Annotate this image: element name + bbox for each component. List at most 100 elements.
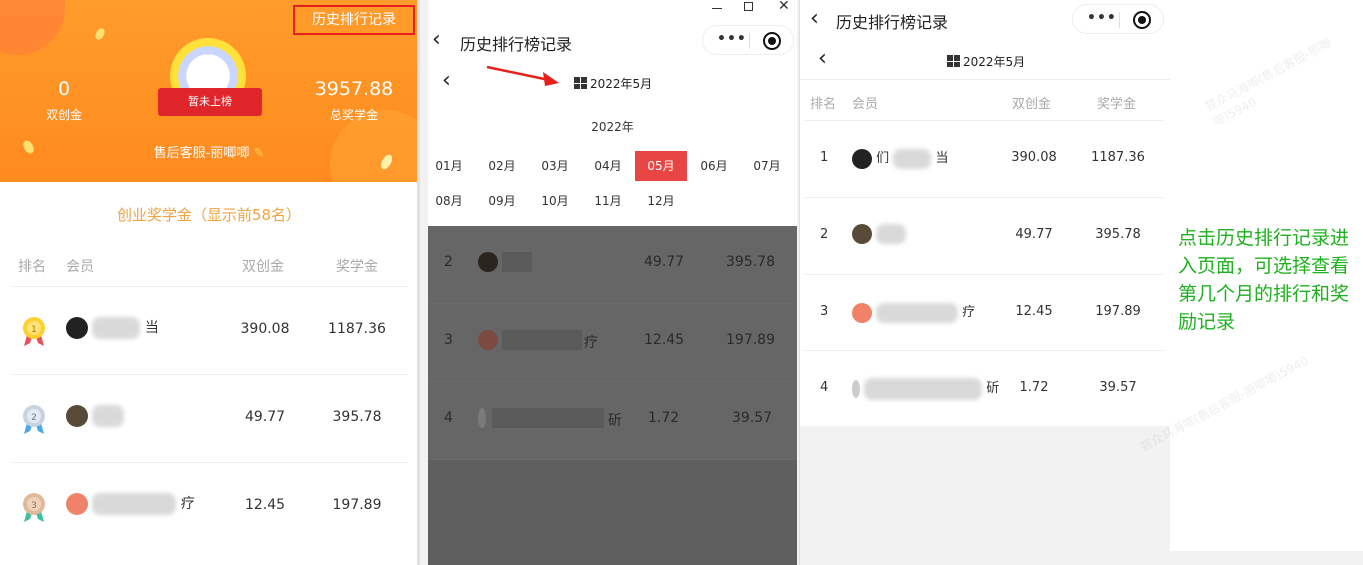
table-row[interactable]: 4 斫 1.72 39.57 xyxy=(804,350,1164,426)
modal-overlay[interactable]: 2 49.77 395.78 3 疗 12.45 197.89 4 斫 1.72… xyxy=(428,226,797,565)
col-shuangchuang: 双创金 xyxy=(242,259,284,275)
table-row: 2 49.77 395.78 xyxy=(428,226,797,304)
table-row[interactable]: 1 当 390.08 1187.36 xyxy=(12,286,408,374)
mini-program-capsule[interactable]: ••• xyxy=(702,25,794,55)
redacted-name xyxy=(92,317,141,339)
section-title: 创业奖学金（显示前58名） xyxy=(116,206,302,224)
month-option-selected[interactable]: 05月 xyxy=(635,151,687,181)
scholarship-value: 197.89 xyxy=(1095,304,1141,319)
coin-icon xyxy=(21,138,36,156)
member-cell: 斫 xyxy=(852,377,999,400)
svg-text:1: 1 xyxy=(31,325,37,335)
month-option[interactable]: 06月 xyxy=(688,151,740,181)
prev-icon[interactable]: ‹ xyxy=(818,48,827,70)
rank-value: 3 xyxy=(820,304,829,319)
history-ranking-button[interactable]: 历史排行记录 xyxy=(293,5,415,35)
avatar xyxy=(66,317,88,339)
table-row: 3 疗 12.45 197.89 xyxy=(428,304,797,382)
redacted-name xyxy=(876,302,959,323)
table-row: 4 斫 1.72 39.57 xyxy=(428,382,797,460)
month-option[interactable]: 01月 xyxy=(428,151,475,181)
more-icon[interactable]: ••• xyxy=(1087,10,1117,26)
more-icon[interactable]: ••• xyxy=(717,31,747,47)
col-member: 会员 xyxy=(66,259,94,275)
avatar xyxy=(852,379,860,398)
date-picker[interactable]: 2022年5月 xyxy=(947,53,1025,70)
shuangchuang-value: 49.77 xyxy=(244,409,286,425)
shuangchuang-value: 12.45 xyxy=(244,497,286,513)
col-member: 会员 xyxy=(852,97,879,112)
date-picker[interactable]: 2022年5月 xyxy=(574,75,652,92)
table-row[interactable]: 3 疗 12.45 197.89 xyxy=(804,274,1164,351)
redacted-name xyxy=(92,405,125,427)
minimize-icon[interactable] xyxy=(712,8,722,9)
close-target-icon[interactable] xyxy=(1133,11,1151,29)
service-name: 售后客服-丽唧唧 ✎ xyxy=(153,146,265,161)
scholarship-value: 1187.36 xyxy=(1091,150,1145,165)
rank-value: 2 xyxy=(820,227,829,242)
redacted-name xyxy=(92,493,177,515)
month-option[interactable]: 09月 xyxy=(476,186,528,216)
shuangchuang-total: 0 xyxy=(57,78,71,100)
month-option[interactable]: 10月 xyxy=(529,186,581,216)
prev-icon[interactable]: ‹ xyxy=(442,70,451,92)
annotation-note: 点击历史排行记录进入页面，可选择查看第几个月的排行和奖励记录 xyxy=(1178,227,1350,333)
back-icon[interactable]: ‹ xyxy=(432,29,441,51)
member-name-suffix: 疗 xyxy=(180,496,195,512)
silver-medal-icon: 2 xyxy=(23,405,45,434)
col-rank: 排名 xyxy=(18,259,46,275)
month-option[interactable]: 07月 xyxy=(741,151,793,181)
shuangchuang-value: 390.08 xyxy=(240,321,290,337)
month-picker-panel: ✕ ‹ 历史排行榜记录 ••• ‹ 2022年5月 2022年 01月 02月 … xyxy=(428,0,797,565)
member-cell: 疗 xyxy=(852,301,975,323)
rank-value: 1 xyxy=(820,150,829,165)
table-row[interactable]: 2 49.77 395.78 xyxy=(12,374,408,462)
scholarship-value: 395.78 xyxy=(1095,227,1141,242)
shuangchuang-value: 1.72 xyxy=(1019,380,1049,395)
maximize-icon[interactable] xyxy=(744,2,753,11)
year-label: 2022年 xyxy=(591,120,634,134)
month-option[interactable]: 12月 xyxy=(635,186,687,216)
shuangchuang-value: 390.08 xyxy=(1011,150,1057,165)
shuangchuang-label: 双创金 xyxy=(45,108,82,122)
member-cell xyxy=(66,405,125,427)
col-shuangchuang: 双创金 xyxy=(1012,97,1052,112)
mini-program-capsule[interactable]: ••• xyxy=(1072,4,1164,34)
month-option[interactable]: 04月 xyxy=(582,151,634,181)
month-option[interactable]: 11月 xyxy=(582,186,634,216)
svg-text:3: 3 xyxy=(31,501,37,511)
month-option[interactable]: 02月 xyxy=(476,151,528,181)
month-option[interactable]: 08月 xyxy=(428,186,475,216)
member-cell: 们 当 xyxy=(852,147,948,169)
close-target-icon[interactable] xyxy=(763,32,781,50)
rank-badge: 暂未上榜 xyxy=(158,88,262,116)
window-controls: ✕ xyxy=(428,0,797,18)
scholarship-value: 1187.36 xyxy=(328,321,386,337)
page-title: 历史排行榜记录 xyxy=(460,35,573,54)
avatar xyxy=(852,302,872,323)
scholarship-total: 3957.88 xyxy=(314,78,394,100)
scholarship-value: 39.57 xyxy=(1099,380,1137,395)
avatar xyxy=(852,224,872,244)
rank-value: 4 xyxy=(820,380,829,395)
back-icon[interactable]: ‹ xyxy=(810,8,819,30)
col-scholarship: 奖学金 xyxy=(336,259,378,275)
scholarship-label: 总奖学金 xyxy=(329,108,378,122)
table-row[interactable]: 1 们 当 390.08 1187.36 xyxy=(804,120,1164,197)
annotation-arrow xyxy=(486,65,559,86)
avatar xyxy=(66,405,88,427)
month-option[interactable]: 03月 xyxy=(529,151,581,181)
scholarship-value: 395.78 xyxy=(332,409,382,425)
shuangchuang-value: 12.45 xyxy=(1015,304,1053,319)
col-scholarship: 奖学金 xyxy=(1097,97,1137,112)
calendar-icon xyxy=(947,55,960,67)
redacted-name xyxy=(893,148,932,169)
member-cell: 疗 xyxy=(66,493,195,515)
empty-area xyxy=(800,426,1171,565)
gold-medal-icon: 1 xyxy=(23,317,45,346)
table-row[interactable]: 3 疗 12.45 197.89 xyxy=(12,462,408,550)
table-row[interactable]: 2 49.77 395.78 xyxy=(804,197,1164,274)
member-cell xyxy=(852,224,907,244)
header-banner: 0 双创金 3957.88 总奖学金 历史排行记录 暂未上榜 售后客服-丽唧唧 … xyxy=(0,0,417,182)
close-icon[interactable]: ✕ xyxy=(778,0,790,14)
